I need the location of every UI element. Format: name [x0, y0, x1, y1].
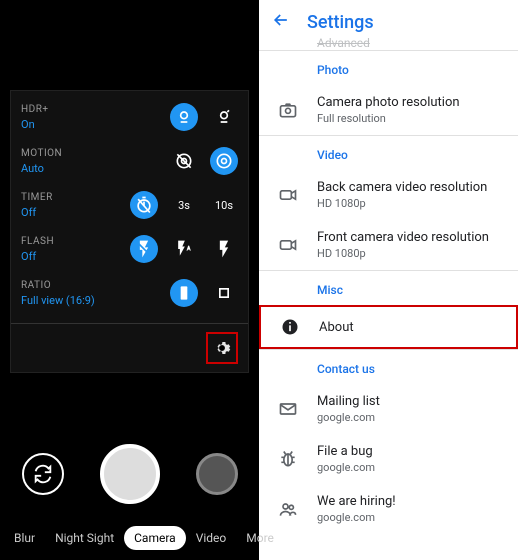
video-icon [275, 185, 301, 205]
section-misc: Misc [259, 271, 518, 305]
switch-camera-icon [32, 463, 54, 485]
item-back-video[interactable]: Back camera video resolution HD 1080p [259, 170, 518, 220]
timer-row: TIMER Off 3s 10s [21, 191, 238, 219]
flash-auto-icon[interactable] [170, 235, 198, 263]
hdr-label: HDR+ [21, 104, 101, 115]
motion-label: MOTION [21, 148, 101, 159]
motion-off-icon[interactable] [170, 147, 198, 175]
shutter-button[interactable] [100, 444, 160, 504]
filter-button[interactable] [196, 453, 238, 495]
hdr-row: HDR+ On [21, 103, 238, 131]
section-video: Video [259, 136, 518, 170]
timer-value: Off [21, 206, 101, 219]
back-arrow-icon [271, 10, 291, 30]
capture-row [0, 444, 259, 504]
motion-auto-icon[interactable] [210, 147, 238, 175]
ratio-full-icon[interactable] [170, 279, 198, 307]
truncated-item[interactable]: Advanced [259, 36, 518, 50]
item-file-bug[interactable]: File a bug google.com [259, 434, 518, 484]
video-icon [275, 235, 301, 255]
item-title: Camera photo resolution [317, 95, 502, 110]
mode-video[interactable]: Video [186, 526, 237, 550]
page-title: Settings [307, 12, 374, 33]
mode-blur[interactable]: Blur [4, 526, 45, 550]
section-contact: Contact us [259, 350, 518, 384]
hdr-on-icon[interactable] [170, 103, 198, 131]
hdr-enhanced-icon[interactable] [210, 103, 238, 131]
hdr-value: On [21, 118, 101, 131]
motion-row: MOTION Auto [21, 147, 238, 175]
item-sub: Full resolution [317, 112, 502, 125]
flash-on-icon[interactable] [210, 235, 238, 263]
ratio-row: RATIO Full view (16:9) [21, 279, 238, 307]
motion-value: Auto [21, 162, 101, 175]
bug-icon [275, 449, 301, 469]
flash-label: FLASH [21, 236, 101, 247]
camera-icon [275, 100, 301, 120]
group-icon [275, 499, 301, 519]
item-front-video[interactable]: Front camera video resolution HD 1080p [259, 220, 518, 270]
item-mailing-list[interactable]: Mailing list google.com [259, 384, 518, 434]
about-highlight: About [259, 305, 518, 349]
timer-off-icon[interactable] [130, 191, 158, 219]
item-photo-resolution[interactable]: Camera photo resolution Full resolution [259, 85, 518, 135]
settings-app: Settings Advanced Photo Camera photo res… [259, 0, 518, 560]
section-photo: Photo [259, 51, 518, 85]
info-icon [277, 317, 303, 337]
ratio-label: RATIO [21, 280, 101, 291]
quick-settings-panel: HDR+ On MOTION Auto TIMER Off [10, 90, 249, 373]
timer-10s-button[interactable]: 10s [210, 191, 238, 219]
flash-value: Off [21, 250, 101, 263]
settings-button[interactable] [210, 336, 234, 360]
item-about[interactable]: About [261, 307, 516, 347]
mail-icon [275, 399, 301, 419]
flash-off-icon[interactable] [130, 235, 158, 263]
timer-3s-button[interactable]: 3s [170, 191, 198, 219]
back-button[interactable] [271, 10, 291, 35]
camera-app: HDR+ On MOTION Auto TIMER Off [0, 0, 259, 560]
timer-label: TIMER [21, 192, 101, 203]
switch-camera-button[interactable] [22, 453, 64, 495]
mode-more[interactable]: More [236, 526, 284, 550]
ratio-value: Full view (16:9) [21, 294, 101, 307]
flash-row: FLASH Off [21, 235, 238, 263]
mode-night-sight[interactable]: Night Sight [45, 526, 124, 550]
item-hiring[interactable]: We are hiring! google.com [259, 484, 518, 534]
mode-row: Blur Night Sight Camera Video More [0, 526, 259, 550]
divider [11, 323, 248, 324]
settings-highlight [206, 332, 238, 364]
mode-camera[interactable]: Camera [124, 526, 186, 550]
ratio-43-icon[interactable] [210, 279, 238, 307]
gear-icon [213, 339, 231, 357]
